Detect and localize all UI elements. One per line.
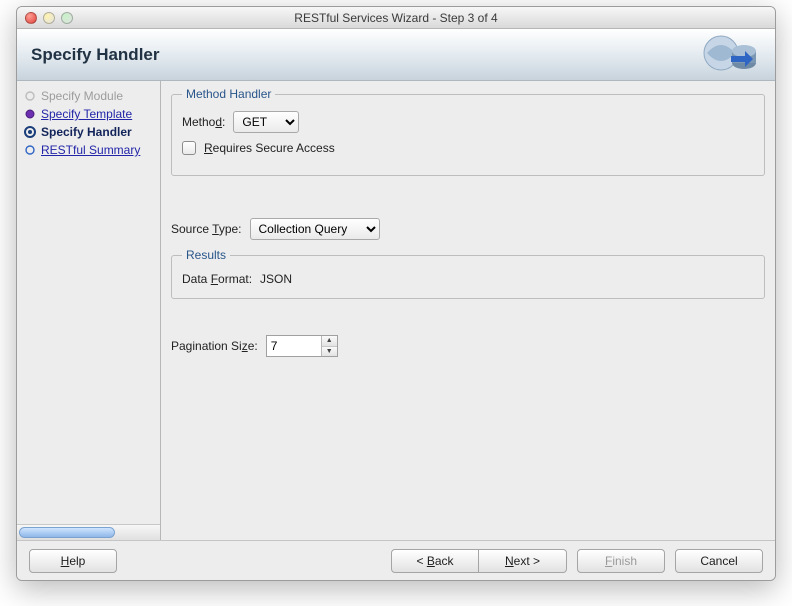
step-label: RESTful Summary bbox=[41, 143, 140, 157]
help-button[interactable]: Help bbox=[29, 549, 117, 573]
step-current-icon bbox=[23, 125, 37, 139]
results-legend: Results bbox=[182, 248, 230, 262]
method-label: Method: bbox=[182, 115, 225, 129]
spinner-up-icon[interactable]: ▲ bbox=[322, 336, 337, 347]
step-bullet-icon bbox=[23, 107, 37, 121]
minimize-icon[interactable] bbox=[43, 12, 55, 24]
step-label: Specify Template bbox=[41, 107, 132, 121]
step-label: Specify Module bbox=[41, 89, 123, 103]
source-type-select[interactable]: Collection Query bbox=[250, 218, 380, 240]
step-specify-module: Specify Module bbox=[21, 87, 156, 105]
scrollbar-thumb[interactable] bbox=[19, 527, 115, 538]
finish-button[interactable]: Finish bbox=[577, 549, 665, 573]
wizard-header: Specify Handler bbox=[17, 29, 775, 81]
step-bullet-icon bbox=[23, 143, 37, 157]
data-format-value: JSON bbox=[260, 272, 292, 286]
method-handler-legend: Method Handler bbox=[182, 87, 275, 101]
pagination-size-input[interactable] bbox=[267, 336, 321, 356]
step-label: Specify Handler bbox=[41, 125, 132, 139]
step-bullet-icon bbox=[23, 89, 37, 103]
sidebar-horizontal-scrollbar[interactable] bbox=[17, 524, 160, 540]
source-type-label: Source Type: bbox=[171, 222, 242, 236]
method-select[interactable]: GET bbox=[233, 111, 299, 133]
step-specify-template[interactable]: Specify Template bbox=[21, 105, 156, 123]
results-group: Results Data Format: JSON bbox=[171, 248, 765, 299]
close-icon[interactable] bbox=[25, 12, 37, 24]
step-specify-handler[interactable]: Specify Handler bbox=[21, 123, 156, 141]
header-graphic-icon bbox=[687, 31, 767, 79]
wizard-body: Specify Module Specify Template Specify … bbox=[17, 81, 775, 540]
steps-list: Specify Module Specify Template Specify … bbox=[17, 81, 160, 524]
wizard-footer: Help < Back Next > Finish Cancel bbox=[17, 540, 775, 580]
zoom-icon[interactable] bbox=[61, 12, 73, 24]
spinner-down-icon[interactable]: ▼ bbox=[322, 347, 337, 357]
nav-button-group: < Back Next > bbox=[391, 549, 567, 573]
window-title: RESTful Services Wizard - Step 3 of 4 bbox=[17, 11, 775, 25]
titlebar: RESTful Services Wizard - Step 3 of 4 bbox=[17, 7, 775, 29]
pagination-size-spinner[interactable]: ▲ ▼ bbox=[266, 335, 338, 357]
data-format-label: Data Format: bbox=[182, 272, 252, 286]
next-button[interactable]: Next > bbox=[479, 549, 567, 573]
back-button[interactable]: < Back bbox=[391, 549, 479, 573]
pagination-size-label: Pagination Size: bbox=[171, 339, 258, 353]
requires-secure-checkbox[interactable] bbox=[182, 141, 196, 155]
page-title: Specify Handler bbox=[31, 45, 160, 65]
cancel-button[interactable]: Cancel bbox=[675, 549, 763, 573]
form-panel: Method Handler Method: GET Requires Secu… bbox=[161, 81, 775, 540]
requires-secure-label: Requires Secure Access bbox=[204, 141, 335, 155]
step-restful-summary[interactable]: RESTful Summary bbox=[21, 141, 156, 159]
method-handler-group: Method Handler Method: GET Requires Secu… bbox=[171, 87, 765, 176]
steps-sidebar: Specify Module Specify Template Specify … bbox=[17, 81, 161, 540]
window-controls bbox=[17, 12, 73, 24]
wizard-window: RESTful Services Wizard - Step 3 of 4 Sp… bbox=[16, 6, 776, 581]
